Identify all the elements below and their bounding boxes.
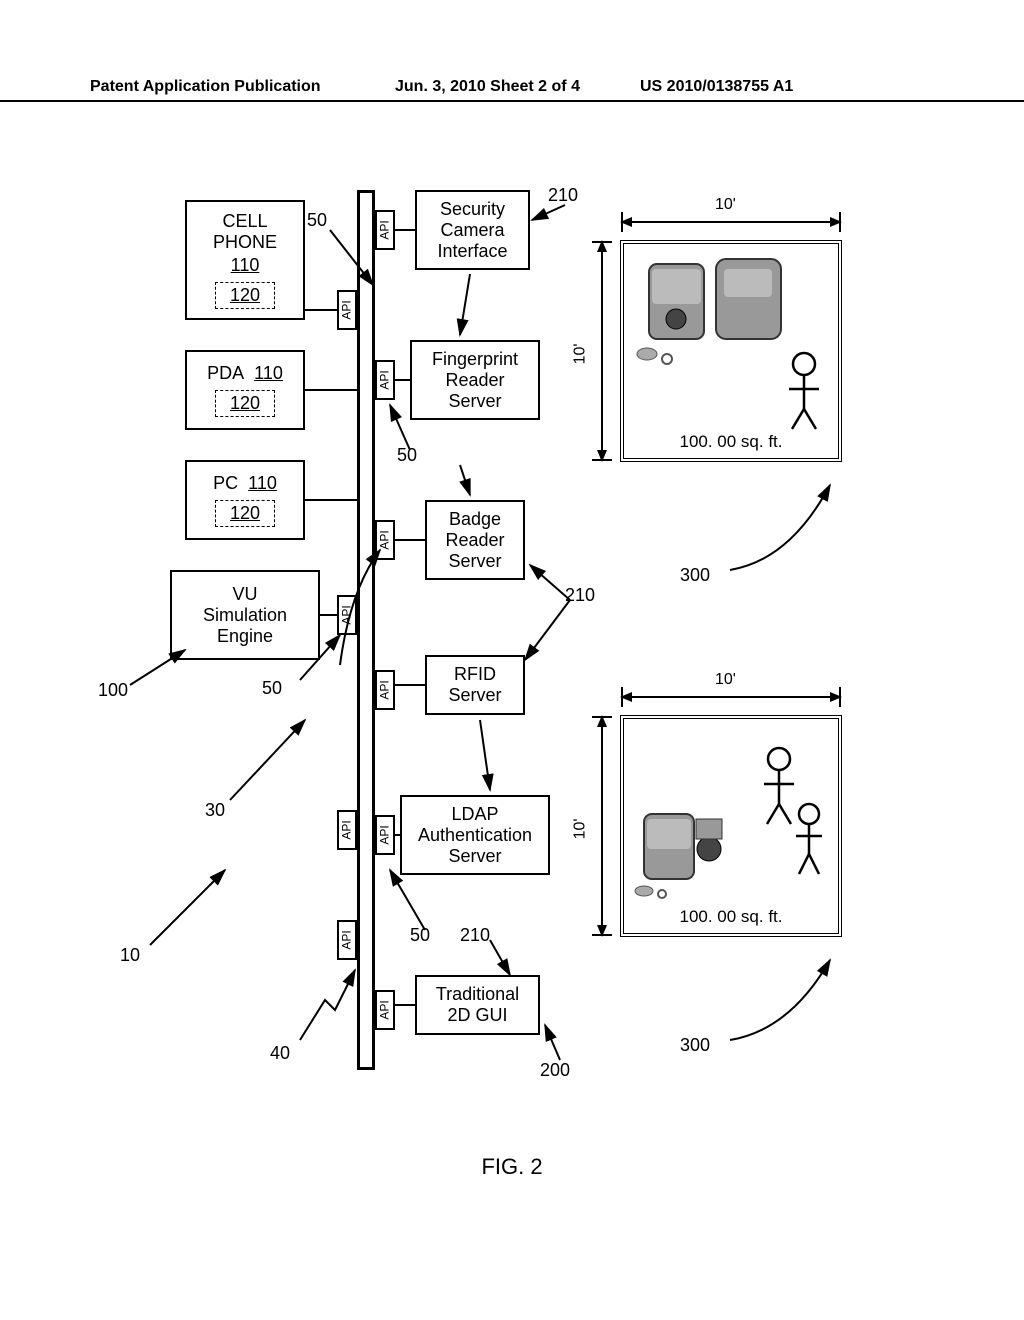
ref-30: 30 — [205, 800, 225, 821]
header-rule — [0, 100, 1024, 102]
ref-10: 10 — [120, 945, 140, 966]
ref-300-b: 300 — [680, 1035, 710, 1056]
figure-diagram: CELL PHONE 110 120 PDA 110 120 PC 110 12… — [90, 190, 940, 1150]
ref-50-b: 50 — [262, 678, 282, 699]
ref-50-d: 50 — [410, 925, 430, 946]
ref-210-c: 210 — [460, 925, 490, 946]
ref-50-c: 50 — [397, 445, 417, 466]
header-center: Jun. 3, 2010 Sheet 2 of 4 — [395, 78, 580, 96]
ref-50-a: 50 — [307, 210, 327, 231]
ref-210-b: 210 — [565, 585, 595, 606]
connector-lines-icon — [90, 190, 940, 1090]
ref-300-a: 300 — [680, 565, 710, 586]
header-right: US 2010/0138755 A1 — [640, 78, 793, 96]
ref-40: 40 — [270, 1043, 290, 1064]
ref-200: 200 — [540, 1060, 570, 1081]
ref-100: 100 — [98, 680, 128, 701]
header-left: Patent Application Publication — [90, 78, 321, 96]
figure-label: FIG. 2 — [0, 1154, 1024, 1180]
ref-210-a: 210 — [548, 185, 578, 206]
